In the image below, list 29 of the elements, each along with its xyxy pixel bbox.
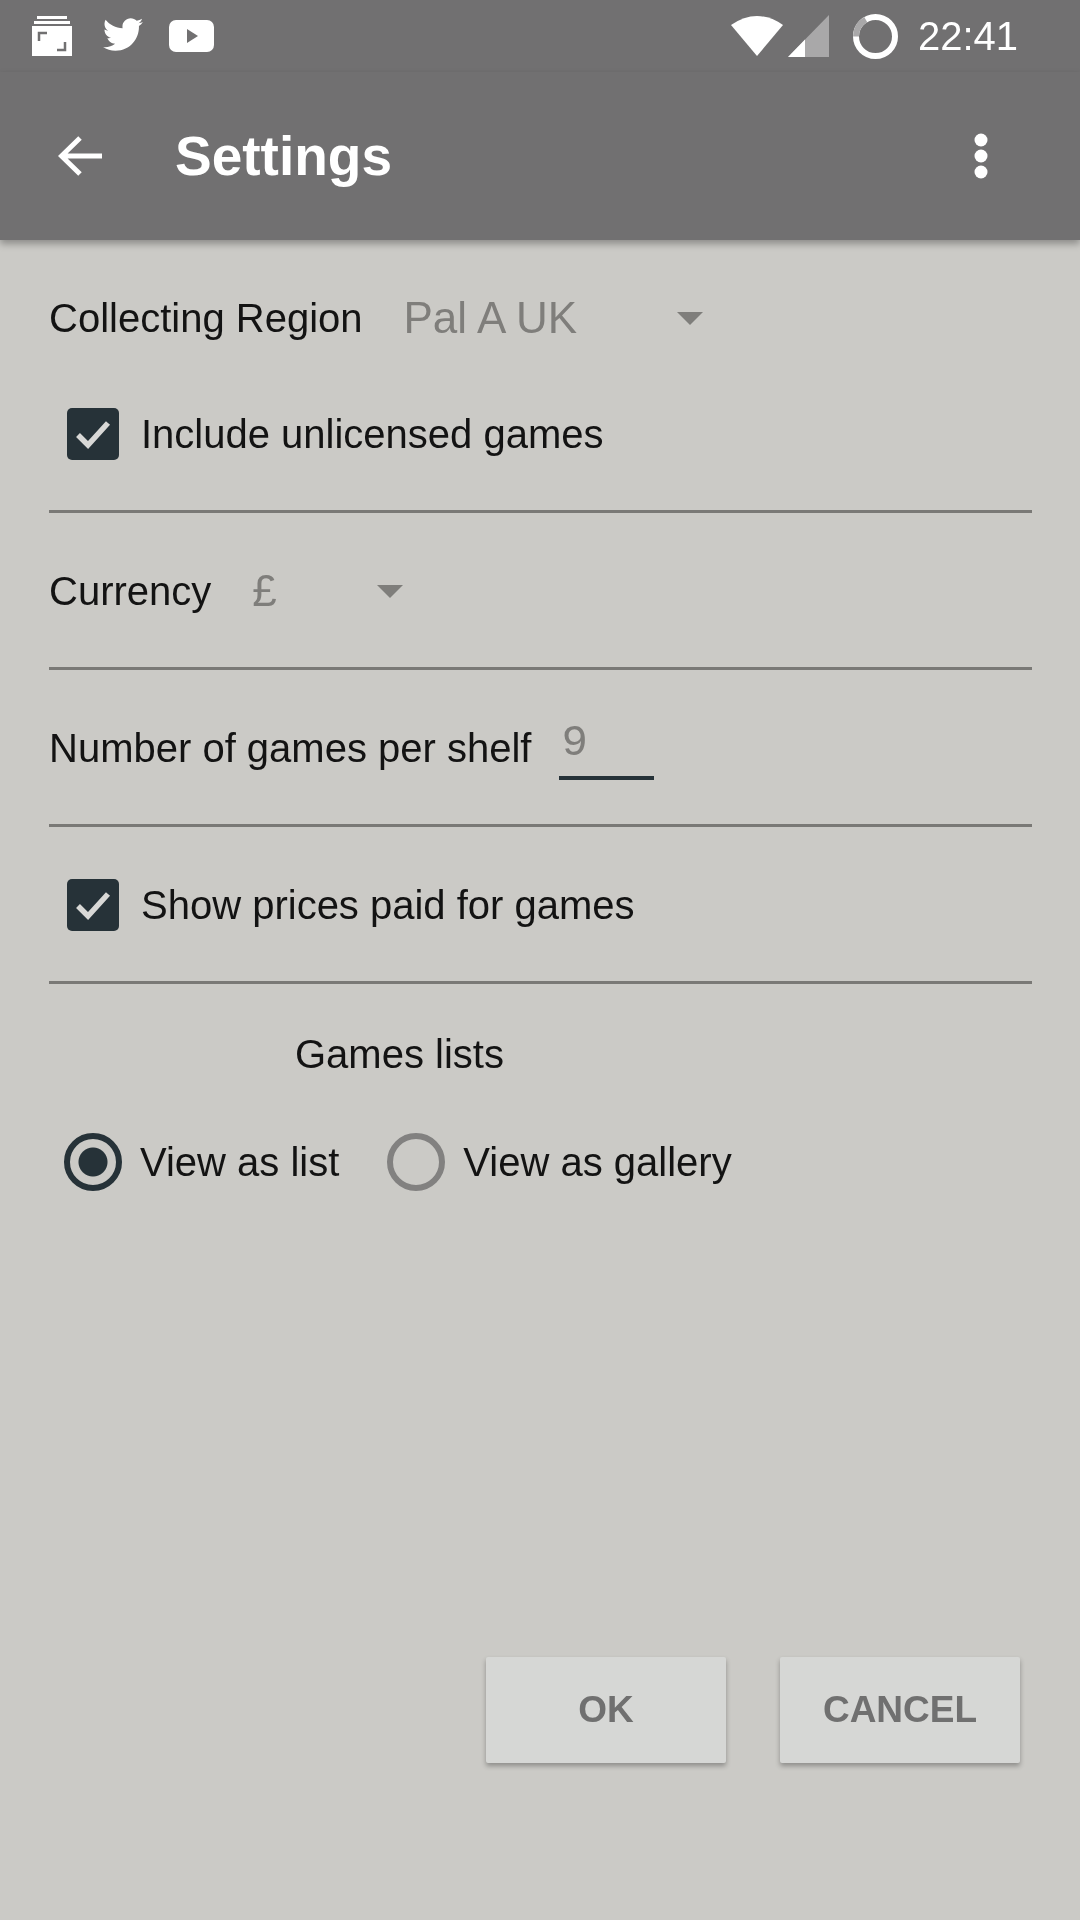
screen-title: Settings: [175, 124, 392, 188]
cancel-button[interactable]: CANCEL: [780, 1657, 1020, 1763]
stacked-cards-icon: [32, 16, 72, 56]
setting-label: Collecting Region: [49, 295, 363, 341]
number-input[interactable]: 9: [559, 716, 655, 780]
checkbox[interactable]: [67, 879, 119, 931]
ok-button[interactable]: OK: [486, 1657, 726, 1763]
wifi-icon: [730, 16, 783, 56]
radio-button[interactable]: [387, 1133, 446, 1191]
checkbox-label: Include unlicensed games: [141, 411, 604, 457]
checkbox[interactable]: [67, 408, 119, 460]
caret-icon: [677, 311, 704, 325]
play-button-icon: [169, 20, 214, 52]
dropdown[interactable]: £: [252, 556, 403, 626]
bird-icon: [101, 18, 145, 54]
overflow-menu-icon[interactable]: [974, 133, 988, 179]
radio-label: View as gallery: [463, 1139, 732, 1185]
radio-label: View as list: [140, 1139, 340, 1185]
back-arrow-icon[interactable]: [58, 136, 104, 176]
checkbox-label: Show prices paid for games: [141, 882, 635, 928]
setting-label: Currency: [49, 568, 212, 614]
radio-button[interactable]: [64, 1133, 122, 1191]
ring-icon: [852, 13, 898, 59]
section-heading: Games lists: [295, 1031, 504, 1077]
signal-icon: [787, 15, 829, 57]
clock-time: 22:41: [917, 13, 1018, 59]
dropdown[interactable]: Pal A UK: [403, 283, 704, 353]
setting-label: Number of games per shelf: [49, 725, 532, 771]
caret-icon: [376, 584, 403, 598]
